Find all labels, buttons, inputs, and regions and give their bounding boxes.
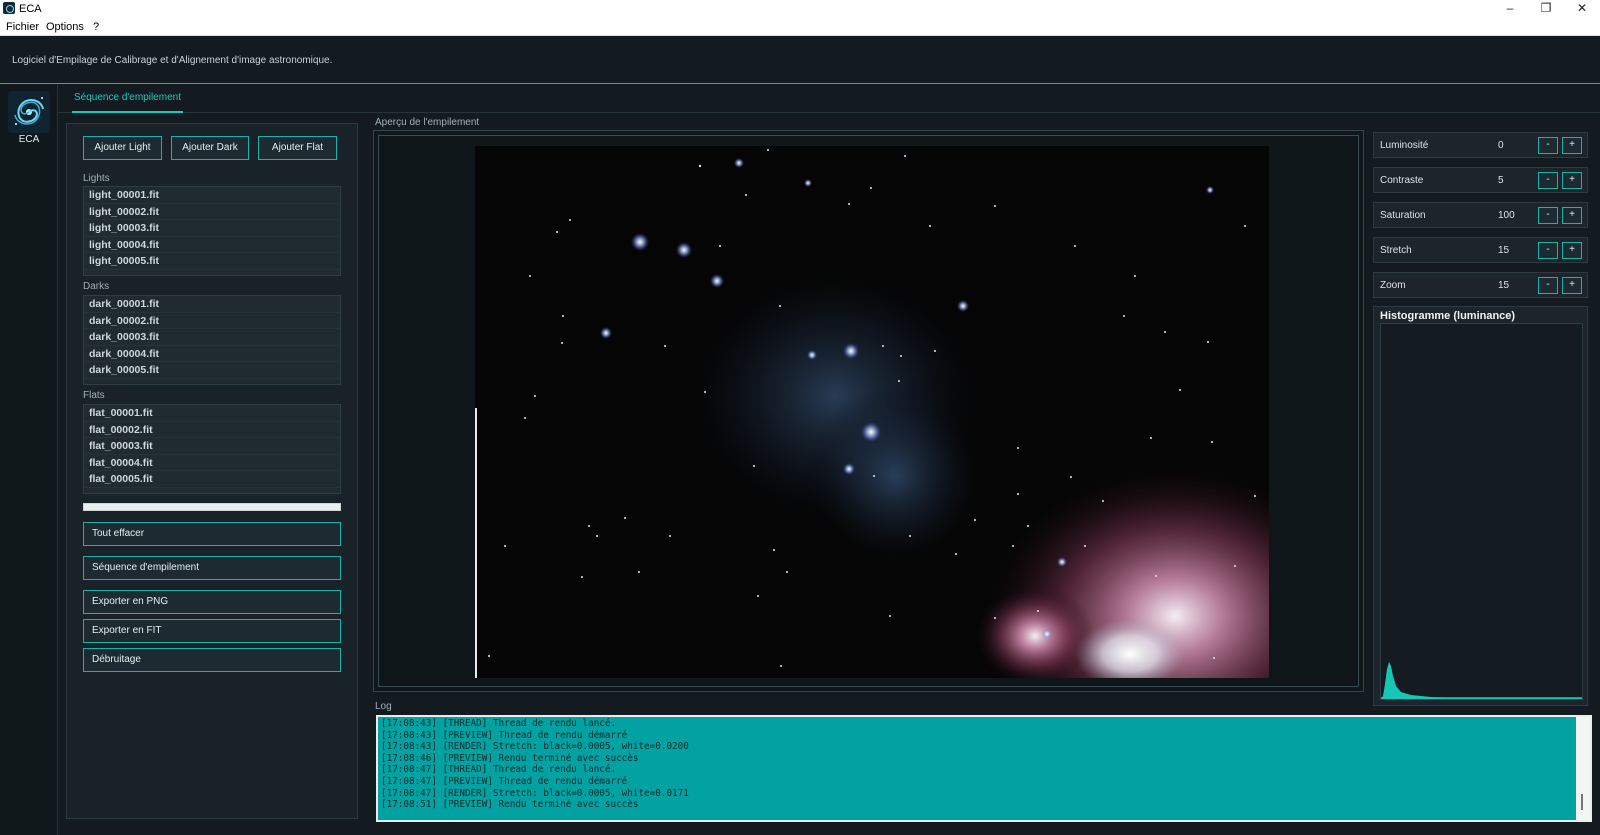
menu-help[interactable]: ? (93, 21, 99, 33)
add-dark-button[interactable]: Ajouter Dark (171, 136, 249, 160)
clear-all-button[interactable]: Tout effacer (83, 522, 341, 546)
list-item[interactable]: flat_00005.fit (84, 471, 340, 488)
contrast-plus-button[interactable]: + (1562, 172, 1582, 189)
close-button[interactable]: ✕ (1564, 0, 1600, 18)
saturation-plus-button[interactable]: + (1562, 207, 1582, 224)
side-rail: ECA (0, 85, 58, 835)
file-panel: Ajouter Light Ajouter Dark Ajouter Flat … (66, 123, 358, 819)
zoom-plus-button[interactable]: + (1562, 277, 1582, 294)
list-item[interactable]: light_00004.fit (84, 237, 340, 254)
contrast-label: Contraste (1380, 175, 1424, 186)
brightness-plus-button[interactable]: + (1562, 137, 1582, 154)
list-item[interactable]: light_00002.fit (84, 204, 340, 221)
brightness-minus-button[interactable]: - (1538, 137, 1558, 154)
preview-scroll-marker (475, 408, 477, 678)
saturation-minus-button[interactable]: - (1538, 207, 1558, 224)
log-output[interactable]: [17:08:43] [THREAD] Thread de rendu lanc… (376, 715, 1592, 822)
list-item[interactable]: light_00005.fit (84, 253, 340, 270)
log-line: [17:08:47] [RENDER] Stretch: black=0.000… (381, 787, 689, 799)
list-item[interactable]: dark_00003.fit (84, 329, 340, 346)
list-item[interactable]: light_00003.fit (84, 220, 340, 237)
log-line: [17:08:46] [PREVIEW] Rendu terminé avec … (381, 752, 639, 764)
list-item[interactable]: flat_00003.fit (84, 438, 340, 455)
stacked-image[interactable] (475, 146, 1269, 678)
log-scrollbar-thumb[interactable] (1581, 794, 1583, 810)
log-label: Log (375, 701, 392, 712)
add-flat-button[interactable]: Ajouter Flat (258, 136, 337, 160)
preview-label: Aperçu de l'empilement (375, 117, 480, 128)
app-header: Logiciel d'Empilage de Calibrage et d'Al… (0, 36, 1600, 84)
log-scrollbar[interactable] (1576, 717, 1590, 820)
log-line: [17:08:47] [PREVIEW] Thread de rendu dém… (381, 775, 628, 787)
list-item[interactable]: dark_00002.fit (84, 313, 340, 330)
flats-list[interactable]: flat_00001.fit flat_00002.fit flat_00003… (83, 404, 341, 494)
app-subtitle: Logiciel d'Empilage de Calibrage et d'Al… (12, 55, 333, 66)
restore-button[interactable]: ❐ (1528, 0, 1564, 18)
list-item[interactable]: dark_00001.fit (84, 296, 340, 313)
list-item[interactable]: flat_00004.fit (84, 455, 340, 472)
stretch-control: Stretch 15 - + (1373, 237, 1588, 263)
preview-viewport[interactable] (378, 135, 1359, 687)
darks-list[interactable]: dark_00001.fit dark_00002.fit dark_00003… (83, 295, 341, 385)
minimize-button[interactable]: – (1492, 0, 1528, 18)
galaxy-icon[interactable] (8, 91, 50, 133)
list-item[interactable]: dark_00005.fit (84, 362, 340, 379)
zoom-minus-button[interactable]: - (1538, 277, 1558, 294)
brightness-control: Luminosité 0 - + (1373, 132, 1588, 158)
menu-bar: Fichier Options ? (0, 18, 1600, 36)
lights-list[interactable]: light_00001.fit light_00002.fit light_00… (83, 186, 341, 276)
menu-fichier[interactable]: Fichier (6, 21, 39, 33)
log-line: [17:08:47] [THREAD] Thread de rendu lanc… (381, 764, 617, 776)
histogram-plot (1380, 323, 1583, 700)
log-line: [17:08:43] [THREAD] Thread de rendu lanc… (381, 718, 617, 729)
zoom-label: Zoom (1380, 280, 1406, 291)
app-icon (3, 2, 15, 14)
lights-label: Lights (83, 173, 110, 184)
tab-strip: Séquence d'empilement (58, 85, 1600, 113)
saturation-label: Saturation (1380, 210, 1426, 221)
app-logo-label: ECA (18, 134, 40, 145)
darks-label: Darks (83, 281, 110, 292)
denoise-button[interactable]: Débruitage (83, 648, 341, 672)
list-item[interactable]: flat_00001.fit (84, 405, 340, 422)
stretch-label: Stretch (1380, 245, 1412, 256)
list-item[interactable]: dark_00004.fit (84, 346, 340, 363)
stacking-progress-bar (83, 503, 341, 511)
contrast-value: 5 (1498, 175, 1504, 186)
export-fit-button[interactable]: Exporter en FIT (83, 619, 341, 643)
log-line: [17:08:43] [RENDER] Stretch: black=0.000… (381, 741, 689, 753)
menu-options[interactable]: Options (46, 21, 84, 33)
stretch-minus-button[interactable]: - (1538, 242, 1558, 259)
saturation-value: 100 (1498, 210, 1515, 221)
list-item[interactable]: light_00001.fit (84, 187, 340, 204)
stretch-plus-button[interactable]: + (1562, 242, 1582, 259)
histogram-curve (1381, 662, 1582, 699)
contrast-control: Contraste 5 - + (1373, 167, 1588, 193)
zoom-value: 15 (1498, 280, 1510, 291)
preview-panel (373, 130, 1364, 692)
histogram-panel: Histogramme (luminance) (1373, 306, 1588, 706)
flats-label: Flats (83, 390, 105, 401)
tab-stacking-sequence[interactable]: Séquence d'empilement (72, 89, 183, 113)
brightness-label: Luminosité (1380, 140, 1429, 151)
title-bar: ECA – ❐ ✕ (0, 0, 1600, 18)
histogram-title: Histogramme (luminance) (1380, 310, 1516, 322)
zoom-control: Zoom 15 - + (1373, 272, 1588, 298)
log-line: [17:08:51] [PREVIEW] Rendu terminé avec … (381, 799, 639, 811)
stretch-value: 15 (1498, 245, 1510, 256)
stack-sequence-button[interactable]: Séquence d'empilement (83, 556, 341, 580)
add-light-button[interactable]: Ajouter Light (83, 136, 162, 160)
brightness-value: 0 (1498, 140, 1504, 151)
export-png-button[interactable]: Exporter en PNG (83, 590, 341, 614)
window-title: ECA (19, 3, 42, 15)
contrast-minus-button[interactable]: - (1538, 172, 1558, 189)
saturation-control: Saturation 100 - + (1373, 202, 1588, 228)
list-item[interactable]: flat_00002.fit (84, 422, 340, 439)
log-line: [17:08:43] [PREVIEW] Thread de rendu dém… (381, 729, 628, 741)
